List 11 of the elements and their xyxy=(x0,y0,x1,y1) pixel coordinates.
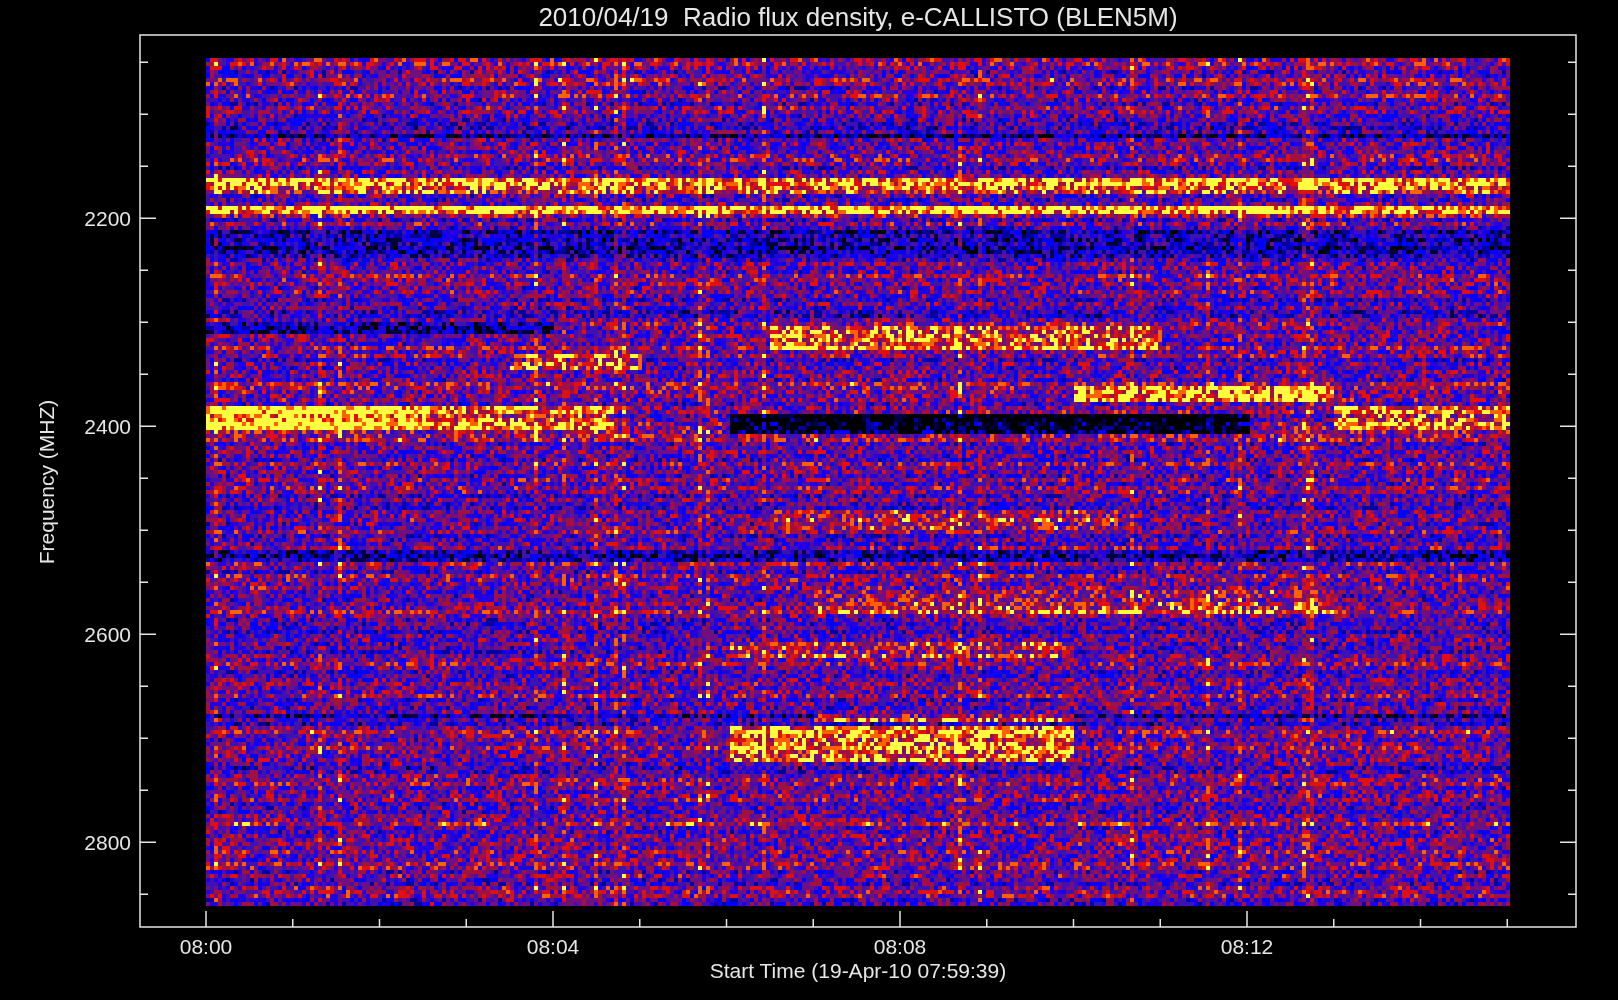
tick-label: 08:00 xyxy=(179,935,233,958)
chart-title: 2010/04/19 Radio flux density, e-CALLISTO (BLEN5M) xyxy=(538,2,1178,32)
tick-label: 2200 xyxy=(84,207,131,231)
tick-label: 08:04 xyxy=(526,935,580,958)
tick-label: 2600 xyxy=(84,623,131,647)
tick-label: 2400 xyxy=(84,415,131,439)
tick-label: 08:12 xyxy=(1220,935,1274,958)
axis-label: Frequency (MHZ) xyxy=(35,399,58,565)
tick-label: 08:08 xyxy=(873,935,927,958)
axis-label: Start Time (19-Apr-10 07:59:39) xyxy=(709,959,1007,982)
tick-label: 2800 xyxy=(84,831,131,855)
